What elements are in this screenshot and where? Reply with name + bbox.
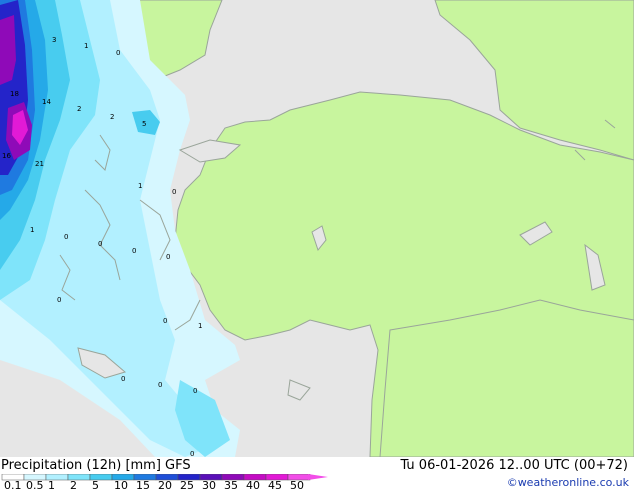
value-label: 1 (30, 226, 34, 234)
value-label: 0 (172, 188, 176, 196)
value-label: 5 (142, 120, 146, 128)
value-label: 0 (158, 381, 162, 389)
legend-tick-label: 0.5 (26, 479, 44, 490)
legend-tick-label: 5 (92, 479, 99, 490)
color-legend: 0.1 0.5 1 2 5 10 15 20 25 30 35 40 45 50 (1, 474, 328, 490)
value-label: 0 (166, 253, 170, 261)
value-label: 0 (132, 247, 136, 255)
value-label: 14 (42, 98, 51, 106)
legend-tick-label: 10 (114, 479, 128, 490)
value-label: 16 (2, 152, 11, 160)
legend-tick-label: 1 (48, 479, 55, 490)
value-label: 0 (57, 296, 61, 304)
footer: Precipitation (12h) [mm] GFS Tu 06-01-20… (0, 457, 634, 490)
legend-tick-label: 2 (70, 479, 77, 490)
legend-arrow (308, 474, 328, 480)
value-label: 1 (138, 182, 142, 190)
legend-tick-label: 15 (136, 479, 150, 490)
value-label: 0 (190, 450, 194, 457)
valid-time: Tu 06-01-2026 12..00 UTC (00+72) (400, 458, 628, 473)
legend-tick-label: 40 (246, 479, 260, 490)
precipitation-map: 3 1 0 18 14 2 2 5 16 21 1 0 1 0 0 0 0 0 … (0, 0, 634, 457)
legend-tick-label: 50 (290, 479, 304, 490)
legend-tick-label: 20 (158, 479, 172, 490)
value-label: 0 (121, 375, 125, 383)
value-label: 1 (84, 42, 88, 50)
value-label: 21 (35, 160, 44, 168)
value-label: 0 (193, 387, 197, 395)
value-label: 0 (163, 317, 167, 325)
value-label: 3 (52, 36, 56, 44)
legend-tick-label: 35 (224, 479, 238, 490)
credit-link[interactable]: ©weatheronline.co.uk (507, 476, 629, 489)
value-label: 0 (98, 240, 102, 248)
value-label: 0 (64, 233, 68, 241)
value-label: 0 (116, 49, 120, 57)
legend-tick-label: 0.1 (4, 479, 22, 490)
legend-tick-label: 25 (180, 479, 194, 490)
value-label: 2 (110, 113, 114, 121)
legend-tick-label: 30 (202, 479, 216, 490)
map-title: Precipitation (12h) [mm] GFS (1, 458, 191, 473)
value-label: 18 (10, 90, 19, 98)
value-label: 1 (198, 322, 202, 330)
value-label: 2 (77, 105, 81, 113)
legend-tick-label: 45 (268, 479, 282, 490)
